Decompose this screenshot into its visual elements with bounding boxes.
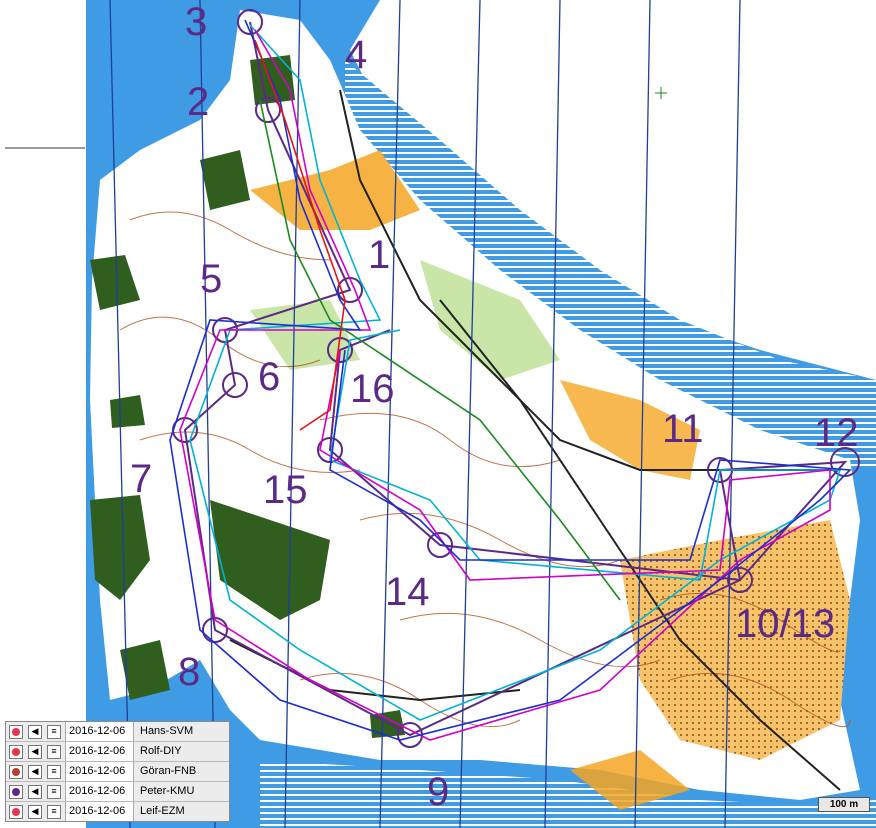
runner-toggle-icon[interactable]	[9, 744, 23, 759]
legend-row[interactable]: ◀ ≡ 2016-12-06 Rolf-DIY	[6, 742, 229, 762]
replay-arrow-icon[interactable]: ◀	[28, 784, 42, 799]
split-list-icon[interactable]: ≡	[47, 784, 61, 799]
control-label: 11	[662, 407, 704, 451]
runner-toggle-icon[interactable]	[9, 724, 23, 739]
control-label: 14	[385, 570, 430, 614]
legend-name: Göran-FNB	[140, 765, 197, 777]
split-list-icon[interactable]: ≡	[47, 804, 61, 819]
replay-arrow-icon[interactable]: ◀	[28, 744, 42, 759]
replay-arrow-icon[interactable]: ◀	[28, 724, 42, 739]
legend-date: 2016-12-06	[65, 742, 134, 761]
legend-name: Leif-EZM	[140, 805, 185, 817]
control-label: 7	[130, 457, 152, 501]
orienteering-map[interactable]: 3 4 2 1 5 6 16 11 12 7 15 14 10/13 8 9	[0, 0, 876, 828]
replay-arrow-icon[interactable]: ◀	[28, 804, 42, 819]
control-label: 16	[350, 367, 395, 411]
legend-date: 2016-12-06	[65, 762, 134, 781]
legend-row[interactable]: ◀ ≡ 2016-12-06 Leif-EZM	[6, 802, 229, 821]
control-label: 9	[427, 770, 449, 814]
split-list-icon[interactable]: ≡	[47, 724, 61, 739]
legend-name: Peter-KMU	[140, 785, 195, 797]
replay-arrow-icon[interactable]: ◀	[28, 764, 42, 779]
runner-legend: ◀ ≡ 2016-12-06 Hans-SVM ◀ ≡ 2016-12-06 R…	[5, 721, 230, 822]
control-label: 4	[345, 33, 367, 77]
control-label: 8	[178, 650, 200, 694]
legend-name: Rolf-DIY	[140, 745, 182, 757]
runner-toggle-icon[interactable]	[9, 764, 23, 779]
legend-date: 2016-12-06	[65, 722, 134, 741]
control-label: 12	[814, 411, 859, 455]
legend-date: 2016-12-06	[65, 802, 134, 821]
legend-row[interactable]: ◀ ≡ 2016-12-06 Peter-KMU	[6, 782, 229, 802]
control-label: 1	[368, 233, 390, 277]
runner-toggle-icon[interactable]	[9, 804, 23, 819]
control-label: 6	[258, 355, 280, 399]
runner-toggle-icon[interactable]	[9, 784, 23, 799]
legend-name: Hans-SVM	[140, 725, 194, 737]
legend-date: 2016-12-06	[65, 782, 134, 801]
legend-row[interactable]: ◀ ≡ 2016-12-06 Hans-SVM	[6, 722, 229, 742]
scale-bar: 100 m	[818, 797, 870, 812]
legend-row[interactable]: ◀ ≡ 2016-12-06 Göran-FNB	[6, 762, 229, 782]
control-label: 15	[263, 468, 308, 512]
control-label: 3	[185, 0, 207, 44]
control-label: 10/13	[735, 602, 835, 646]
split-list-icon[interactable]: ≡	[47, 764, 61, 779]
control-label: 2	[187, 80, 209, 124]
split-list-icon[interactable]: ≡	[47, 744, 61, 759]
control-label: 5	[200, 257, 222, 301]
